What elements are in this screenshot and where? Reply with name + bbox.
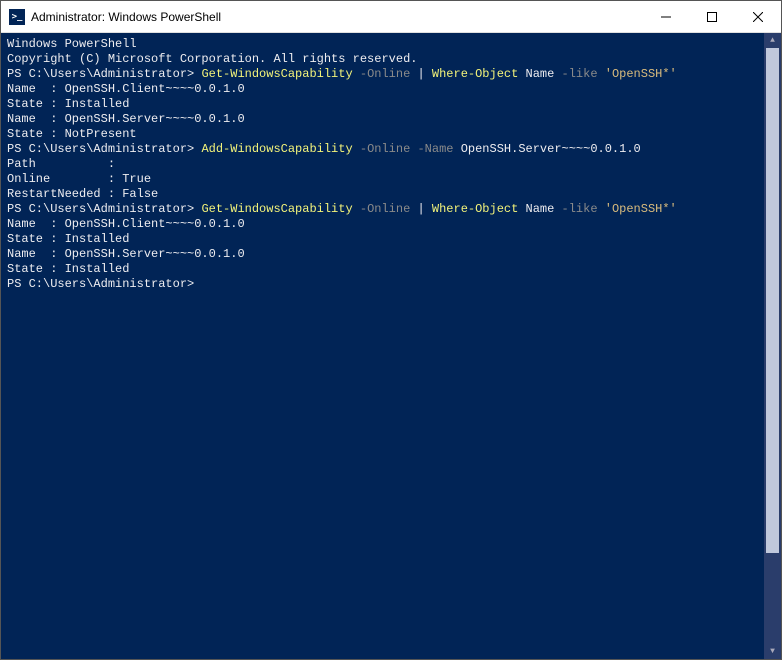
maximize-button[interactable] xyxy=(689,1,735,32)
window-title: Administrator: Windows PowerShell xyxy=(31,10,221,24)
window-controls xyxy=(643,1,781,32)
minimize-icon xyxy=(661,12,671,22)
terminal-line: PS C:\Users\Administrator> Get-WindowsCa… xyxy=(7,67,764,82)
scroll-down-arrow[interactable]: ▼ xyxy=(764,644,781,659)
parameter: -like xyxy=(562,202,605,216)
argument: Name xyxy=(526,67,562,81)
terminal-wrap: Windows PowerShellCopyright (C) Microsof… xyxy=(1,33,781,659)
terminal-line: Windows PowerShell xyxy=(7,37,764,52)
string-literal: 'OpenSSH*' xyxy=(605,67,677,81)
terminal-line: State : Installed xyxy=(7,97,764,112)
powershell-icon: >_ xyxy=(9,9,25,25)
powershell-window: >_ Administrator: Windows PowerShell Win… xyxy=(0,0,782,660)
terminal-line: Path : xyxy=(7,157,764,172)
pipe: | xyxy=(417,202,431,216)
argument: OpenSSH.Server~~~~0.0.1.0 xyxy=(461,142,641,156)
minimize-button[interactable] xyxy=(643,1,689,32)
terminal-line: Name : OpenSSH.Client~~~~0.0.1.0 xyxy=(7,217,764,232)
pipe: | xyxy=(417,67,431,81)
terminal-line: Name : OpenSSH.Server~~~~0.0.1.0 xyxy=(7,112,764,127)
terminal-output[interactable]: Windows PowerShellCopyright (C) Microsof… xyxy=(1,33,764,659)
maximize-icon xyxy=(707,12,717,22)
parameter: -Online xyxy=(360,202,418,216)
string-literal: 'OpenSSH*' xyxy=(605,202,677,216)
terminal-line: Online : True xyxy=(7,172,764,187)
close-button[interactable] xyxy=(735,1,781,32)
prompt: PS C:\Users\Administrator> xyxy=(7,202,201,216)
parameter: -Name xyxy=(417,142,460,156)
cmdlet: Where-Object xyxy=(432,67,526,81)
terminal-line: PS C:\Users\Administrator> Get-WindowsCa… xyxy=(7,202,764,217)
terminal-line: Copyright (C) Microsoft Corporation. All… xyxy=(7,52,764,67)
terminal-line: State : NotPresent xyxy=(7,127,764,142)
terminal-line: PS C:\Users\Administrator> Add-WindowsCa… xyxy=(7,142,764,157)
cmdlet: Add-WindowsCapability xyxy=(201,142,359,156)
argument: Name xyxy=(526,202,562,216)
scrollbar-thumb[interactable] xyxy=(766,48,779,553)
terminal-line: State : Installed xyxy=(7,232,764,247)
prompt: PS C:\Users\Administrator> xyxy=(7,277,194,291)
scrollbar[interactable]: ▲ ▼ xyxy=(764,33,781,659)
terminal-line: Name : OpenSSH.Server~~~~0.0.1.0 xyxy=(7,247,764,262)
prompt: PS C:\Users\Administrator> xyxy=(7,142,201,156)
terminal-line: PS C:\Users\Administrator> xyxy=(7,277,764,292)
terminal-line: State : Installed xyxy=(7,262,764,277)
cmdlet: Where-Object xyxy=(432,202,526,216)
close-icon xyxy=(753,12,763,22)
scroll-up-arrow[interactable]: ▲ xyxy=(764,33,781,48)
terminal-line: Name : OpenSSH.Client~~~~0.0.1.0 xyxy=(7,82,764,97)
cmdlet: Get-WindowsCapability xyxy=(201,67,359,81)
terminal-line: RestartNeeded : False xyxy=(7,187,764,202)
parameter: -like xyxy=(562,67,605,81)
parameter: -Online xyxy=(360,142,418,156)
cmdlet: Get-WindowsCapability xyxy=(201,202,359,216)
prompt: PS C:\Users\Administrator> xyxy=(7,67,201,81)
parameter: -Online xyxy=(360,67,418,81)
titlebar[interactable]: >_ Administrator: Windows PowerShell xyxy=(1,1,781,33)
